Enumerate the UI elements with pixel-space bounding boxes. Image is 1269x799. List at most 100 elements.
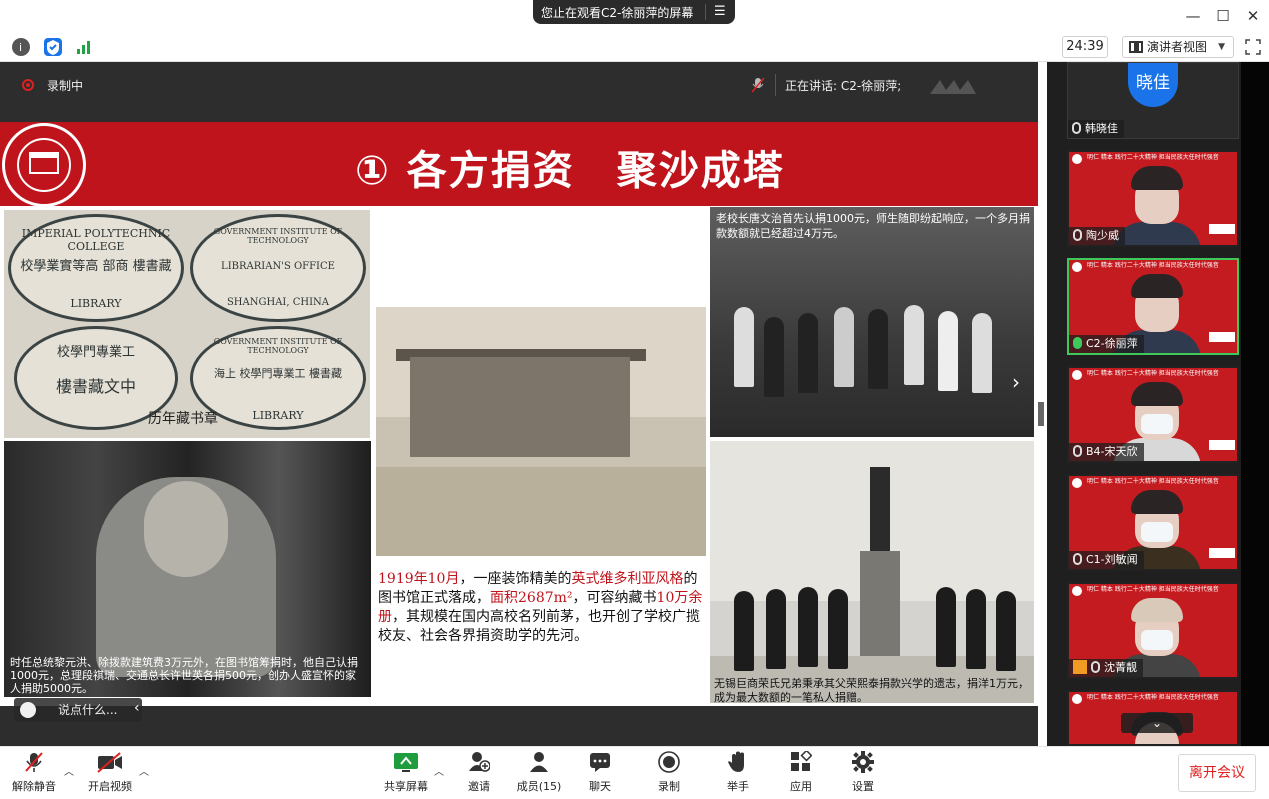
chevron-up-icon[interactable]: ︿ [434,763,444,778]
participant-tile[interactable]: 明仁 精本 践行二十大精神 担当民族大任时代强音 C1-刘敏闻 [1067,474,1239,571]
participant-hair [1131,490,1183,514]
stamp-government: GOVERNMENT INSTITUTE OF TECHNOLOGY LIBRA… [190,214,366,322]
emoji-icon[interactable] [20,702,36,718]
settings-label: 设置 [852,780,874,793]
person-figure [764,317,784,397]
record-button[interactable]: 录制 [639,751,699,797]
portrait-photo: 时任总统黎元洪、除拨款建筑费3万元外，在图书馆筹捐时，他自己认捐1000元，总理… [4,441,371,697]
raise-hand-button[interactable]: 举手 [708,751,768,797]
members-icon [528,751,550,773]
chat-button[interactable]: 聊天 [570,751,630,797]
video-off-icon [96,751,124,773]
text-segment: ，一座装饰精美的 [459,571,572,587]
chevron-left-icon[interactable]: ‹ [134,700,152,720]
stamp-text: LIBRARY [252,409,304,422]
signal-bars-icon[interactable] [75,38,93,56]
menu-icon[interactable]: ☰ [714,3,728,21]
mic-muted-icon [1073,553,1082,565]
panel-resize-handle[interactable] [1038,402,1044,426]
chat-label: 聊天 [589,780,611,793]
members-button[interactable]: 成员(15) [509,751,569,797]
logo-building [29,152,59,174]
pill-separator [705,4,706,20]
person-figure [936,587,956,667]
building-facade [410,357,630,457]
members-label: 成员(15) [516,780,562,793]
start-video-label: 开启视频 [88,780,132,793]
minimize-icon[interactable]: — [1182,5,1204,27]
gear-icon [852,751,874,773]
share-screen-icon [393,751,419,773]
meeting-toolbar: i 24:39 演讲者视图 ▼ [0,32,1269,62]
fullscreen-icon[interactable] [1244,38,1262,56]
library-stamps-photo: IMPERIAL POLYTECHNIC COLLEGE 校學業實等高 部商 樓… [4,210,370,438]
person-figure [966,589,986,669]
avatar: 晓佳 [1128,63,1178,107]
layout-icon [1129,41,1143,53]
participant-hair [1131,274,1183,298]
virtual-background-banner: 明仁 精本 践行二十大精神 担当民族大任时代强音 [1087,478,1219,485]
speaking-indicator: 正在讲话: C2-徐丽萍; [785,79,902,93]
text-highlight: 1919年10月 [378,571,460,587]
statue-pedestal [860,551,900,661]
window-edge [1241,62,1269,746]
participant-tile-active[interactable]: 明仁 精本 践行二十大精神 担当民族大任时代强音 C2-徐丽萍 [1067,258,1239,355]
maximize-icon[interactable]: ☐ [1212,5,1234,27]
participant-name-bar: B4-宋天欣 [1069,443,1144,461]
meeting-controls: 解除静音 ︿ 开启视频 ︿ 共享屏幕 ︿ 邀请 成员(15) 聊天 录制 举手 … [0,746,1269,799]
apps-icon [790,749,813,773]
participant-tile[interactable]: 明仁 精本 践行二十大精神 担当民族大任时代强音 沈菁靓 [1067,582,1239,679]
scroll-down-button[interactable]: ⌄ [1121,713,1193,733]
viewing-screen-pill[interactable]: 您止在观看C2-徐丽萍的屏幕 ☰ [533,0,735,24]
face-mask [1141,414,1173,434]
participant-name: 韩晓佳 [1085,122,1118,135]
participants-panel: 晓佳 韩晓佳 明仁 精本 践行二十大精神 担当民族大任时代强音 陶少威 明仁 精… [1047,62,1269,746]
chevron-right-icon[interactable]: › [1012,370,1028,394]
participant-name: C2-徐丽萍 [1086,337,1138,350]
settings-button[interactable]: 设置 [833,751,893,797]
stamp-text: SHANGHAI, CHINA [226,297,330,308]
presentation-slide: ① 各方捐资 聚沙成塔 IMPERIAL POLYTECHNIC COLLEGE… [0,122,1038,706]
participant-name-bar: 沈菁靓 [1069,659,1143,677]
chat-icon [589,751,611,773]
participant-hair [1131,382,1183,406]
raise-hand-label: 举手 [727,780,749,793]
stamp-text: 校學業實等高 部商 樓書藏 [20,259,172,274]
apps-button[interactable]: 应用 [771,749,831,797]
banner-logo [1209,548,1235,558]
mic-active-icon [1073,337,1082,349]
participant-tile[interactable]: 晓佳 韩晓佳 [1067,62,1239,139]
leave-meeting-button[interactable]: 离开会议 [1178,754,1256,792]
mic-muted-icon [1073,445,1082,457]
person-figure [734,307,754,387]
participant-name-bar: C1-刘敏闻 [1069,551,1144,569]
person-figure [766,589,786,669]
person-figure [734,591,754,671]
stamps-caption: 历年藏书章 [148,411,218,427]
close-icon[interactable]: ✕ [1242,5,1264,27]
participant-name-bar: 韩晓佳 [1068,120,1124,138]
presenter-view-dropdown[interactable]: 演讲者视图 ▼ [1122,36,1234,58]
speaking-wave-icon [928,76,978,96]
shield-icon[interactable] [44,38,62,56]
participant-name-bar: 陶少威 [1069,227,1125,245]
presenter-view-label: 演讲者视图 [1147,40,1208,54]
person-figure [904,305,924,385]
invite-button[interactable]: 邀请 [449,751,509,797]
start-video-button[interactable]: 开启视频 [80,751,140,797]
participant-hair [1131,166,1183,190]
person-figure [834,307,854,387]
participant-tile[interactable]: 明仁 精本 践行二十大精神 担当民族大任时代强音 B4-宋天欣 [1067,366,1239,463]
chevron-up-icon[interactable]: ︿ [64,763,74,778]
stamp-text: IMPERIAL POLYTECHNIC COLLEGE [21,227,171,253]
person-figure [996,591,1016,671]
participant-tile[interactable]: 明仁 精本 践行二十大精神 担当民族大任时代强音 陶少威 [1067,150,1239,247]
share-screen-button[interactable]: 共享屏幕 [376,751,436,797]
info-icon[interactable]: i [12,38,30,56]
person-figure [798,587,818,667]
virtual-background-banner: 明仁 精本 践行二十大精神 担当民族大任时代强音 [1087,370,1219,377]
unmute-button[interactable]: 解除静音 [4,751,64,797]
statue-caption: 无锡巨商荣氏兄弟秉承其父荣熙泰捐款兴学的遗志，捐洋1万元，成为最大数额的一笔私人… [714,677,1029,703]
header-divider [775,74,776,96]
chevron-up-icon[interactable]: ︿ [139,763,149,778]
